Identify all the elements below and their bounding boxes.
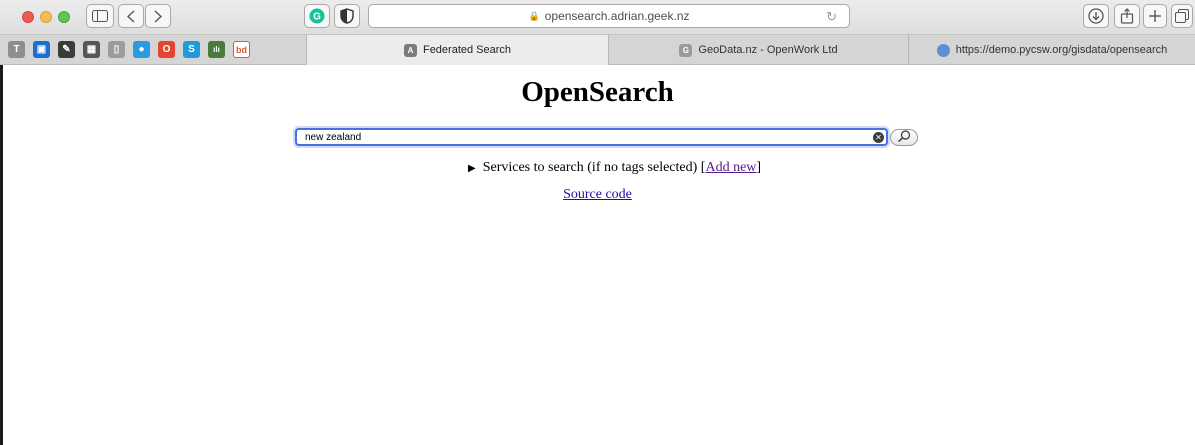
close-window-button[interactable] [22,11,34,23]
tab-label: https://demo.pycsw.org/gisdata/opensearc… [955,44,1168,56]
privacy-extension-button[interactable] [334,4,360,28]
favorite-trello-icon[interactable]: ▣ [33,41,50,58]
chevron-right-icon [154,9,162,23]
favorite-pen-icon[interactable]: ✎ [58,41,75,58]
add-new-link[interactable]: Add new [705,160,756,176]
tabs-overview-icon [1175,9,1189,23]
tab-label: Federated Search [422,44,512,56]
window-left-edge [0,65,3,445]
tab-favicon-globe-icon [936,43,950,57]
shield-half-icon [340,8,354,24]
svg-text:G: G [313,12,321,23]
plus-icon [1149,10,1161,22]
search-input[interactable] [295,128,888,146]
clear-search-icon[interactable]: ✕ [873,132,884,143]
zoom-window-button[interactable] [58,11,70,23]
downloads-button[interactable] [1083,4,1109,28]
services-label-suffix: ] [756,160,762,175]
source-code-container: Source code [0,187,1195,203]
tab-overview-button[interactable] [1171,4,1193,28]
new-tab-button[interactable] [1143,4,1167,28]
tab-favicon-a-icon: A [403,43,417,57]
tab-label: GeoData.nz - OpenWork Ltd [698,44,838,56]
sidebar-toggle-button[interactable] [86,4,114,28]
favorites-bar: T ▣ ✎ ▦ ▯ ● O S ılı bd [8,41,250,59]
tab-pycsw-opensearch[interactable]: https://demo.pycsw.org/gisdata/opensearc… [908,35,1195,65]
services-toggle[interactable]: ▶ Services to search (if no tags selecte… [468,159,761,177]
address-bar[interactable]: 🔒 opensearch.adrian.geek.nz ↻ [368,4,850,28]
grammarly-icon: G [309,8,325,24]
browser-toolbar: G 🔒 opensearch.adrian.geek.nz ↻ [0,0,1195,35]
minimize-window-button[interactable] [40,11,52,23]
sidebar-icon [92,10,108,22]
favorite-qr-icon[interactable]: ▦ [83,41,100,58]
favorite-s-icon[interactable]: S [183,41,200,58]
favorite-bars-icon[interactable]: ılı [208,41,225,58]
favorite-chat-icon[interactable]: ● [133,41,150,58]
tab-favicon-g-icon: G [679,43,693,57]
page-title: OpenSearch [521,76,674,108]
disclosure-triangle-icon[interactable]: ▶ [468,163,476,174]
favorite-phone-icon[interactable]: ▯ [108,41,125,58]
tab-strip: T ▣ ✎ ▦ ▯ ● O S ılı bd A Federated Searc… [0,35,1195,65]
share-icon [1120,8,1134,24]
tab-geodata[interactable]: G GeoData.nz - OpenWork Ltd [608,35,908,65]
tab-federated-search[interactable]: A Federated Search [306,35,608,65]
download-icon [1088,8,1104,24]
favorite-opera-icon[interactable]: O [158,41,175,58]
favorite-bd-icon[interactable]: bd [233,41,250,58]
magnifier-icon [897,129,911,147]
address-text: opensearch.adrian.geek.nz [544,9,690,23]
search-button[interactable] [890,129,918,146]
share-button[interactable] [1114,4,1140,28]
services-label: Services to search (if no tags selected)… [482,160,706,175]
forward-button[interactable] [145,4,171,28]
grammarly-extension-button[interactable]: G [304,4,330,28]
source-code-link[interactable]: Source code [563,187,632,202]
back-button[interactable] [118,4,144,28]
reload-icon[interactable]: ↻ [826,9,837,25]
favorite-t-icon[interactable]: T [8,41,25,58]
chevron-left-icon [127,9,135,23]
lock-icon: 🔒 [528,10,540,21]
